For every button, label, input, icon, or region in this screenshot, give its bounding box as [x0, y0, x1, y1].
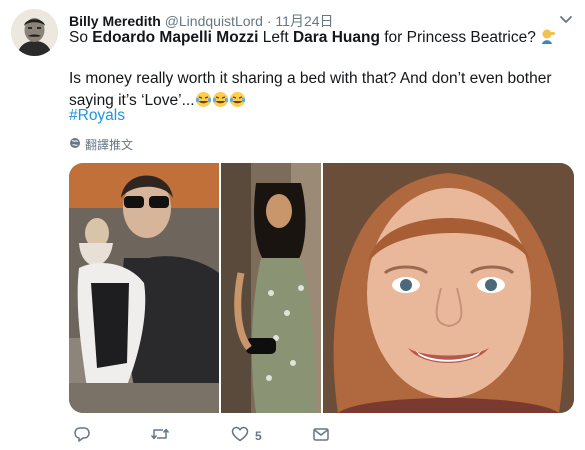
tweet-action-bar: 5	[69, 425, 429, 447]
text-segment: So	[69, 29, 93, 46]
like-button[interactable]: 5	[231, 425, 262, 446]
heart-icon	[231, 425, 249, 446]
tweet-text-line-1: So Edoardo Mapelli Mozzi Left Dara Huang…	[69, 27, 574, 52]
avatar-portrait	[11, 9, 58, 56]
tweet-text-line-2: Is money really worth it sharing a bed w…	[69, 68, 574, 115]
avatar[interactable]	[11, 9, 58, 56]
person-facepalming-emoji	[540, 28, 556, 52]
photo-2[interactable]	[221, 163, 321, 413]
face-with-tears-of-joy-emoji	[195, 91, 212, 115]
photo-3[interactable]	[323, 163, 574, 413]
mention-name-1: Edoardo Mapelli Mozzi	[92, 29, 259, 46]
text-segment: Is money really worth it sharing a bed w…	[69, 70, 552, 109]
reply-icon	[73, 425, 91, 446]
text-segment: for Princess Beatrice?	[379, 29, 536, 46]
direct-message-button[interactable]	[312, 425, 330, 446]
globe-icon	[69, 137, 81, 152]
media-grid	[69, 163, 574, 413]
photo-1[interactable]	[69, 163, 219, 413]
mention-name-2: Dara Huang	[292, 29, 380, 46]
face-with-tears-of-joy-emoji	[212, 91, 229, 115]
face-with-tears-of-joy-emoji	[229, 91, 246, 115]
reply-button[interactable]	[73, 425, 91, 446]
retweet-button[interactable]	[150, 425, 170, 446]
like-count: 5	[255, 428, 262, 443]
chevron-down-icon[interactable]	[557, 10, 575, 28]
envelope-icon	[312, 425, 330, 446]
text-segment: Left	[258, 29, 293, 46]
translate-label: 翻譯推文	[85, 138, 134, 152]
hashtag-link[interactable]: #Royals	[69, 107, 125, 125]
retweet-icon	[150, 425, 170, 446]
translate-tweet-link[interactable]: 翻譯推文	[69, 136, 133, 153]
